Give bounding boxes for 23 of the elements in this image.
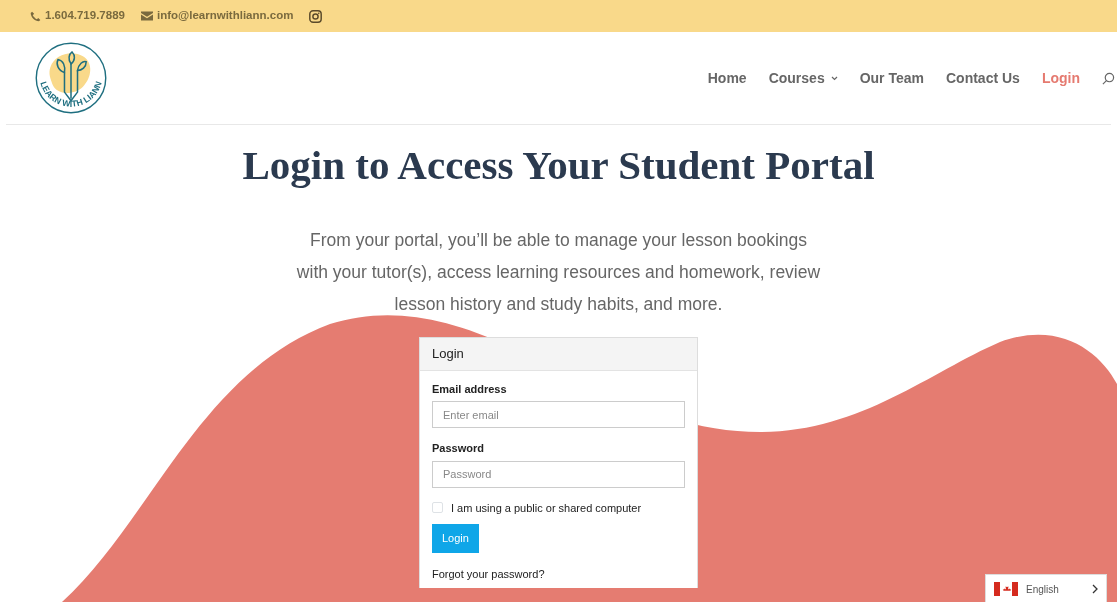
flag-icon [994, 582, 1018, 596]
mail-icon [140, 11, 153, 21]
nav-link[interactable]: Our Team [859, 67, 924, 89]
nav-link[interactable]: Home [707, 67, 747, 89]
field-label: Email address [432, 381, 508, 397]
phone-link[interactable]: 1.604.719.7889 [45, 7, 125, 25]
search-icon[interactable] [1102, 71, 1115, 85]
intro-paragraph: From your portal, you’ll be able to manage your lesson bookings with your tutor(s), access learning resources and homework, review lesson history and study habits, and more. [295, 229, 822, 317]
language-selector[interactable]: English [985, 574, 1107, 602]
password-field[interactable]: Password [432, 460, 685, 488]
checkbox-label: I am using a public or shared computer [451, 500, 642, 516]
email-link[interactable]: info@learnwithliann.com [156, 7, 294, 25]
page-heading: Login to Access Your Student Portal [241, 141, 876, 190]
phone-icon [30, 10, 41, 22]
forgot-password-link[interactable]: Forgot your password? [432, 565, 545, 583]
field-label: Password [432, 441, 485, 457]
nav-link[interactable]: Contact Us [946, 67, 1020, 89]
email-field[interactable]: Enter email [432, 401, 685, 429]
checkbox[interactable] [432, 502, 443, 514]
card-title: Login [420, 338, 697, 371]
nav-link[interactable]: Courses [768, 67, 838, 89]
instagram-icon[interactable] [309, 9, 323, 23]
chevron-right-icon [1092, 584, 1098, 594]
